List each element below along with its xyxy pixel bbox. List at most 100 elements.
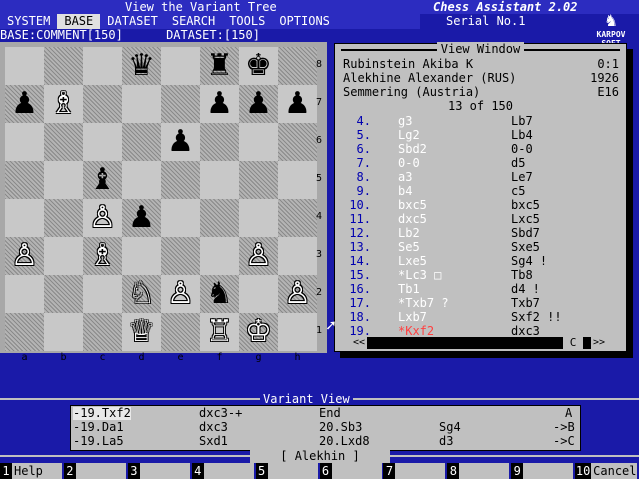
white-move[interactable]: Tb1 <box>398 282 420 296</box>
chess-piece-d1[interactable]: ♕ <box>122 313 161 351</box>
square-g6[interactable] <box>239 123 278 161</box>
fkey-5[interactable]: 5 <box>255 463 320 479</box>
scroll-position-marker[interactable]: C <box>563 337 583 349</box>
square-c8[interactable] <box>83 47 122 85</box>
square-f4[interactable] <box>200 199 239 237</box>
fkey-label[interactable]: Help <box>12 463 62 479</box>
menu-search[interactable]: SEARCH <box>165 14 222 29</box>
chess-piece-f2[interactable]: ♞ <box>200 275 239 313</box>
move-row[interactable]: 17. *Txb7 ? Txb7 <box>343 296 619 310</box>
black-move[interactable]: Sxe5 <box>511 240 540 254</box>
fkey-6[interactable]: 6 <box>319 463 384 479</box>
move-row[interactable]: 7. 0-0 d5 <box>343 156 619 170</box>
square-h1[interactable] <box>278 313 317 351</box>
variant-move[interactable]: -19.La5 <box>73 435 124 448</box>
black-move[interactable]: bxc5 <box>511 198 540 212</box>
square-d3[interactable] <box>122 237 161 275</box>
variant-link[interactable]: A <box>565 407 572 420</box>
square-g2[interactable] <box>239 275 278 313</box>
chess-piece-h7[interactable]: ♟ <box>278 85 317 123</box>
black-move[interactable]: c5 <box>511 184 525 198</box>
black-move[interactable]: Sg4 ! <box>511 254 547 268</box>
white-move[interactable]: a3 <box>398 170 412 184</box>
square-d7[interactable] <box>122 85 161 123</box>
white-move[interactable]: Sbd2 <box>398 142 427 156</box>
chess-piece-c4[interactable]: ♙ <box>83 199 122 237</box>
square-a1[interactable] <box>5 313 44 351</box>
square-b6[interactable] <box>44 123 83 161</box>
move-row[interactable]: 15. *Lc3 □ Tb8 <box>343 268 619 282</box>
menu-options[interactable]: OPTIONS <box>272 14 337 29</box>
move-row[interactable]: 11. dxc5 Lxc5 <box>343 212 619 226</box>
white-move[interactable]: Lxb7 <box>398 310 427 324</box>
fkey-label[interactable] <box>75 463 126 479</box>
fkey-label[interactable] <box>523 463 574 479</box>
variant-row-c[interactable]: -19.La5 Sxd1 20.Lxd8 d3 ->C <box>73 435 578 448</box>
square-b8[interactable] <box>44 47 83 85</box>
chess-piece-f8[interactable]: ♜ <box>200 47 239 85</box>
fkey-2[interactable]: 2 <box>63 463 128 479</box>
scroll-right-button[interactable]: >> <box>591 337 607 349</box>
white-move[interactable]: *Lc3 □ <box>398 268 441 282</box>
square-f3[interactable] <box>200 237 239 275</box>
square-b3[interactable] <box>44 237 83 275</box>
white-move[interactable]: *Kxf2 <box>398 324 434 338</box>
chess-piece-g7[interactable]: ♟ <box>239 85 278 123</box>
white-move[interactable]: g3 <box>398 114 412 128</box>
chess-piece-f7[interactable]: ♟ <box>200 85 239 123</box>
black-move[interactable]: Lb7 <box>511 114 533 128</box>
fkey-10[interactable]: 10 Cancel <box>575 463 639 479</box>
menu-tools[interactable]: TOOLS <box>222 14 272 29</box>
black-move[interactable]: d5 <box>511 156 525 170</box>
variant-move[interactable]: -19.Txf2 <box>73 407 131 420</box>
square-a6[interactable] <box>5 123 44 161</box>
black-move[interactable]: Tb8 <box>511 268 533 282</box>
square-a4[interactable] <box>5 199 44 237</box>
square-a5[interactable] <box>5 161 44 199</box>
square-d6[interactable] <box>122 123 161 161</box>
menu-system[interactable]: SYSTEM <box>0 14 57 29</box>
black-move[interactable]: Sbd7 <box>511 226 540 240</box>
square-f6[interactable] <box>200 123 239 161</box>
square-e5[interactable] <box>161 161 200 199</box>
fkey-9[interactable]: 9 <box>511 463 575 479</box>
chess-piece-d2[interactable]: ♘ <box>122 275 161 313</box>
fkey-label[interactable] <box>267 463 318 479</box>
variant-link[interactable]: ->B <box>553 421 575 434</box>
move-row[interactable]: 4. g3 Lb7 <box>343 114 619 128</box>
white-move[interactable]: *Txb7 ? <box>398 296 449 310</box>
fkey-label[interactable] <box>331 463 382 479</box>
square-e3[interactable] <box>161 237 200 275</box>
square-b1[interactable] <box>44 313 83 351</box>
variant-link[interactable]: ->C <box>553 435 575 448</box>
black-move[interactable]: d4 ! <box>511 282 540 296</box>
move-row[interactable]: 19. *Kxf2 dxc3 <box>343 324 619 338</box>
white-move[interactable]: 0-0 <box>398 156 420 170</box>
white-move[interactable]: dxc5 <box>398 212 427 226</box>
square-c1[interactable] <box>83 313 122 351</box>
black-move[interactable]: Sxf2 !! <box>511 310 562 324</box>
fkey-8[interactable]: 8 <box>447 463 511 479</box>
square-a2[interactable] <box>5 275 44 313</box>
chess-piece-d4[interactable]: ♟ <box>122 199 161 237</box>
fkey-label[interactable] <box>395 463 446 479</box>
move-row[interactable]: 9. b4 c5 <box>343 184 619 198</box>
fkey-label[interactable]: Cancel <box>591 463 638 479</box>
square-h4[interactable] <box>278 199 317 237</box>
square-e8[interactable] <box>161 47 200 85</box>
chess-piece-b7[interactable]: ♗ <box>44 85 83 123</box>
variant-move[interactable]: -19.Da1 <box>73 421 124 434</box>
variant-row-b[interactable]: -19.Da1 dxc3 20.Sb3 Sg4 ->B <box>73 421 578 434</box>
fkey-label[interactable] <box>139 463 190 479</box>
square-h3[interactable] <box>278 237 317 275</box>
move-row[interactable]: 10. bxc5 bxc5 <box>343 198 619 212</box>
square-b4[interactable] <box>44 199 83 237</box>
black-move[interactable]: Lxc5 <box>511 212 540 226</box>
chess-piece-e6[interactable]: ♟ <box>161 123 200 161</box>
chess-piece-a7[interactable]: ♟ <box>5 85 44 123</box>
menu-base[interactable]: BASE <box>57 14 101 29</box>
chess-piece-c3[interactable]: ♗ <box>83 237 122 275</box>
white-move[interactable]: Lb2 <box>398 226 420 240</box>
move-row[interactable]: 12. Lb2 Sbd7 <box>343 226 619 240</box>
square-c7[interactable] <box>83 85 122 123</box>
